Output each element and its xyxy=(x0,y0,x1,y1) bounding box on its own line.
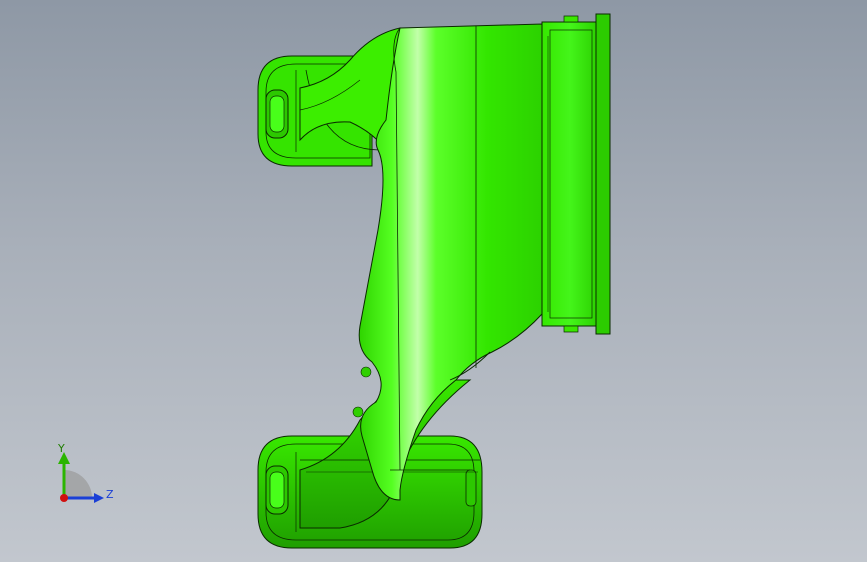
view-orientation-triad-icon: Y Z xyxy=(57,442,114,503)
triad-z-label: Z xyxy=(106,488,114,501)
triad-y-label: Y xyxy=(57,442,65,455)
graphics-viewport[interactable]: Y Z xyxy=(0,0,867,562)
part-model[interactable] xyxy=(0,0,867,562)
outlet-flange[interactable] xyxy=(541,13,611,335)
